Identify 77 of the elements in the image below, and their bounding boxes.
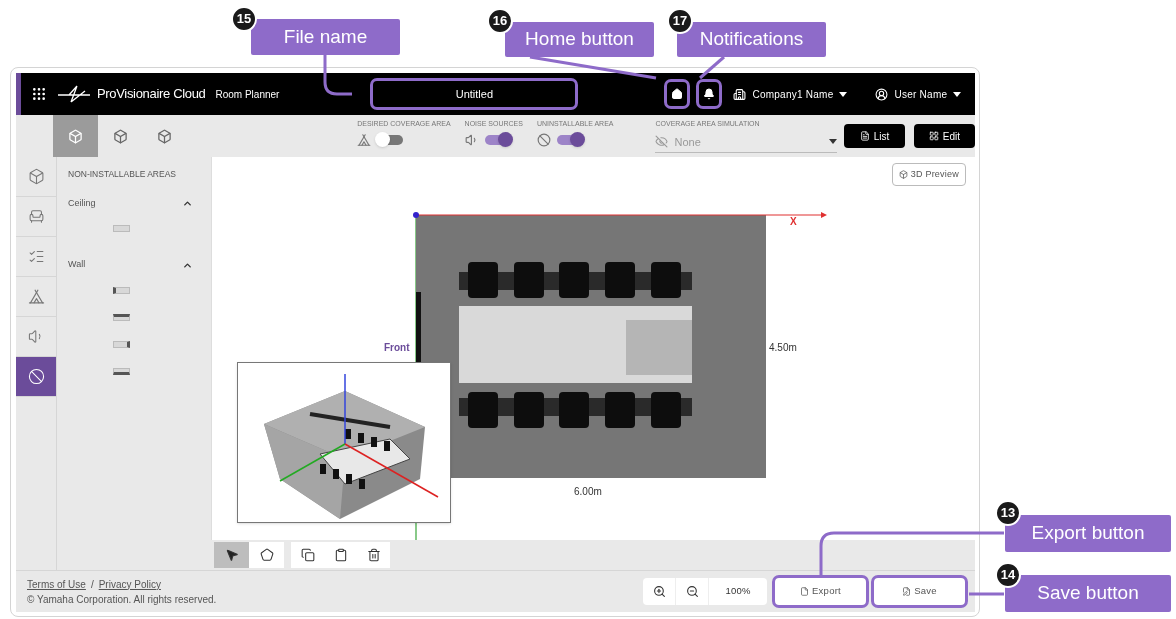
wall-tile-icon[interactable] bbox=[113, 340, 130, 348]
clipboard-icon bbox=[333, 548, 348, 562]
caret-icon bbox=[829, 139, 837, 145]
logo-icon bbox=[57, 85, 91, 103]
company-menu[interactable]: Company1 Name bbox=[733, 86, 848, 102]
apps-grid-icon[interactable] bbox=[31, 86, 47, 102]
export-button[interactable]: Export bbox=[775, 578, 866, 605]
caret-icon bbox=[839, 91, 848, 97]
user-menu[interactable]: User Name bbox=[875, 86, 962, 102]
pointer-icon bbox=[224, 548, 239, 562]
tent-icon bbox=[27, 288, 45, 305]
cube-icon bbox=[157, 128, 173, 144]
notifications-button[interactable] bbox=[699, 82, 720, 106]
file-icon bbox=[800, 587, 810, 596]
prohibited-icon bbox=[27, 368, 45, 385]
edit-tool-button[interactable] bbox=[249, 542, 284, 568]
copyright-text: © Yamaha Corporation. All rights reserved. bbox=[27, 592, 217, 607]
toggle-switch[interactable] bbox=[484, 134, 511, 145]
file-name-field[interactable]: Untitled bbox=[373, 81, 576, 107]
wall-tile-icon[interactable] bbox=[113, 313, 130, 321]
front-label: Front bbox=[384, 341, 410, 355]
group-name: Ceiling bbox=[68, 196, 96, 210]
file-pen-icon bbox=[902, 587, 912, 596]
width-dimension: 6.00m bbox=[574, 485, 602, 499]
checklist-icon bbox=[27, 248, 45, 265]
group-name: Wall bbox=[68, 258, 86, 272]
terms-link[interactable]: Terms of Use bbox=[27, 576, 86, 592]
toggle-switch[interactable] bbox=[556, 134, 583, 145]
callout-number: 15 bbox=[231, 6, 257, 32]
cube-icon bbox=[112, 128, 128, 144]
leader-line bbox=[969, 592, 1004, 596]
prohibited-icon bbox=[536, 132, 551, 147]
tent-icon bbox=[357, 132, 372, 147]
3d-preview-button[interactable]: 3D Preview bbox=[891, 163, 966, 186]
wall-tile-icon[interactable] bbox=[113, 286, 130, 294]
edit-tool-button[interactable] bbox=[357, 542, 390, 568]
zoom-out-icon bbox=[685, 585, 699, 598]
wall-tile-icon[interactable] bbox=[113, 367, 130, 375]
privacy-link[interactable]: Privacy Policy bbox=[98, 576, 161, 592]
callout-label: File name bbox=[251, 19, 400, 55]
caret-icon bbox=[953, 91, 962, 97]
edit-button[interactable]: Edit bbox=[914, 124, 975, 148]
save-button[interactable]: Save bbox=[874, 578, 965, 605]
edit-tool-button[interactable] bbox=[214, 542, 249, 568]
leader-line bbox=[699, 55, 725, 80]
trash-icon bbox=[366, 548, 381, 562]
callout-number: 16 bbox=[487, 8, 513, 34]
home-button[interactable] bbox=[667, 82, 688, 106]
document-icon bbox=[859, 131, 870, 141]
chevron-up-icon[interactable] bbox=[182, 198, 193, 209]
list-button[interactable]: List bbox=[844, 124, 905, 148]
zoom-in-icon bbox=[652, 585, 666, 598]
depth-dimension: 4.50m bbox=[769, 341, 797, 355]
home-icon bbox=[671, 88, 684, 100]
ceiling-tile-icon[interactable] bbox=[113, 225, 130, 233]
axis-label: X bbox=[790, 215, 797, 229]
copy-icon bbox=[300, 548, 315, 562]
callout-number: 13 bbox=[995, 500, 1021, 526]
cube-icon bbox=[68, 128, 84, 144]
panel-title: NON-INSTALLABLE AREAS bbox=[68, 168, 178, 181]
pentagon-icon bbox=[259, 548, 274, 562]
eye-off-icon bbox=[655, 135, 669, 149]
leader-line bbox=[323, 55, 352, 96]
bell-icon bbox=[703, 88, 716, 100]
zoom-level: 100% bbox=[724, 584, 752, 599]
rail-tab[interactable] bbox=[16, 357, 56, 397]
edit-tool-button[interactable] bbox=[291, 542, 324, 568]
cube-icon bbox=[898, 170, 908, 179]
grid-icon bbox=[928, 131, 939, 141]
toggle-switch[interactable] bbox=[377, 134, 404, 145]
app-name: ProVisionaire Cloud bbox=[97, 85, 206, 104]
armchair-icon bbox=[27, 208, 45, 225]
building-icon bbox=[733, 87, 747, 101]
link-separator: / bbox=[90, 577, 94, 592]
user-icon bbox=[875, 87, 889, 101]
module-name: Room Planner bbox=[215, 87, 280, 102]
cube-icon bbox=[27, 168, 45, 185]
